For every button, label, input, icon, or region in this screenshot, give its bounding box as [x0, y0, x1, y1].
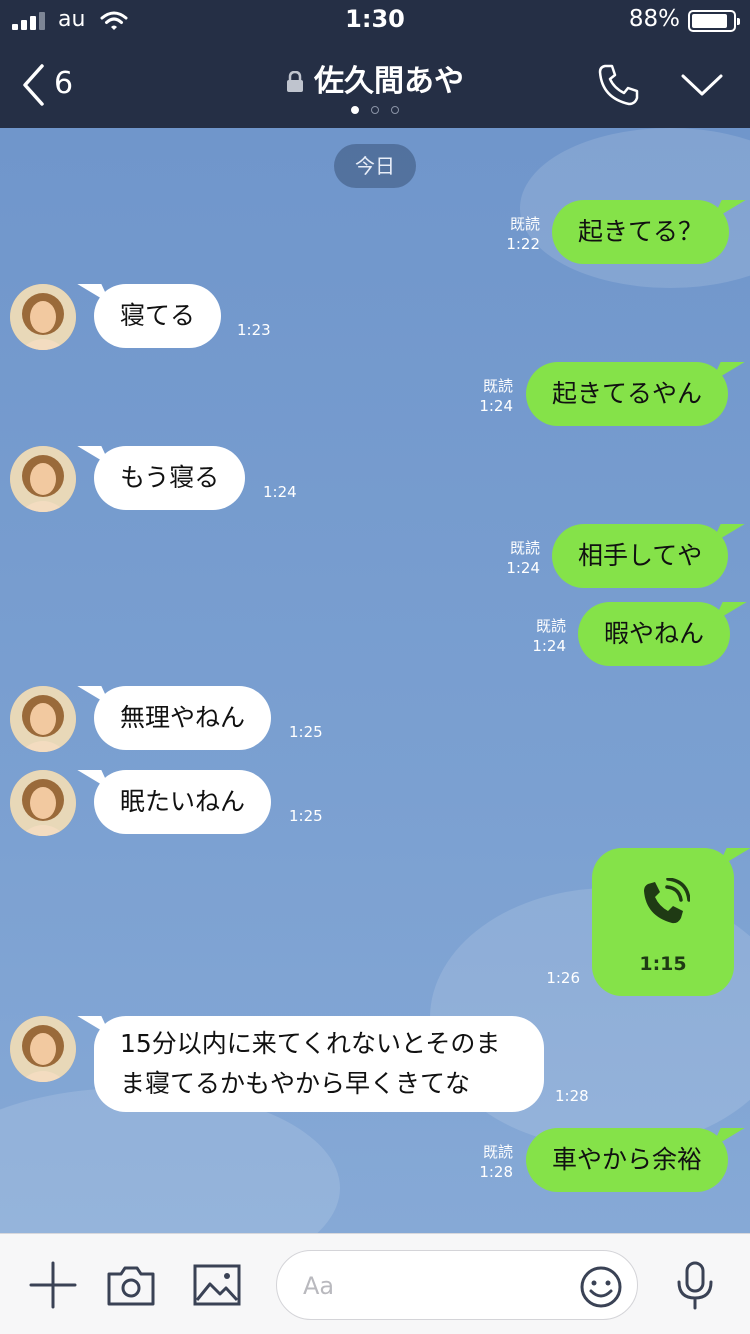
- page-dot: [391, 106, 399, 114]
- message-meta: 既読 1:24: [506, 538, 540, 578]
- avatar-image: [10, 446, 76, 512]
- read-receipt: 既読: [535, 617, 566, 635]
- message-time: 1:22: [506, 235, 540, 253]
- chat-title: 佐久間あや: [314, 64, 464, 99]
- smile-icon[interactable]: [579, 1265, 623, 1309]
- message-bubble-outgoing[interactable]: 相手してや: [552, 524, 729, 588]
- microphone-icon[interactable]: [670, 1260, 720, 1310]
- avatar[interactable]: [10, 686, 76, 752]
- avatar-image: [10, 284, 76, 350]
- message-time: 1:24: [263, 483, 297, 501]
- message-bubble-incoming[interactable]: 15分以内に来てくれないとそのまま寝てるかもやから早くきてな: [94, 1016, 544, 1112]
- message-meta: 既読 1:24: [479, 376, 513, 416]
- avatar[interactable]: [10, 446, 76, 512]
- message-time: 1:25: [289, 807, 323, 825]
- message-meta: 既読 1:24: [532, 616, 566, 656]
- avatar-image: [10, 686, 76, 752]
- message-time: 1:28: [479, 1163, 513, 1181]
- message-time: 1:24: [506, 559, 540, 577]
- call-button[interactable]: [596, 62, 642, 108]
- avatar[interactable]: [10, 770, 76, 836]
- call-history-bubble[interactable]: 1:15: [592, 848, 734, 996]
- message-input-box[interactable]: [276, 1250, 638, 1320]
- message-time: 1:24: [532, 637, 566, 655]
- call-duration: 1:15: [639, 953, 687, 975]
- message-time: 1:26: [546, 969, 580, 987]
- lock-icon: [287, 71, 303, 92]
- battery-icon: [688, 10, 740, 32]
- page-dot: [371, 106, 379, 114]
- chevron-down-icon[interactable]: [678, 66, 726, 106]
- chat-area[interactable]: 今日 既読 1:22 起きてる？ 寝てる 1:23 既読 1:24 起きてるやん…: [0, 128, 750, 1233]
- date-separator: 今日: [334, 144, 416, 188]
- message-bubble-incoming[interactable]: 眠たいねん: [94, 770, 272, 834]
- message-time: 1:28: [555, 1087, 589, 1105]
- message-bubble-incoming[interactable]: 無理やねん: [94, 686, 272, 750]
- carrier-name: au: [58, 7, 86, 32]
- read-receipt: 既読: [482, 377, 513, 395]
- message-toolbar: [0, 1233, 750, 1334]
- wifi-icon: [100, 11, 128, 30]
- avatar-image: [10, 770, 76, 836]
- message-time: 1:25: [289, 723, 323, 741]
- plus-icon[interactable]: [28, 1260, 78, 1310]
- camera-icon[interactable]: [106, 1260, 156, 1310]
- page-dot-active: [351, 106, 359, 114]
- message-bubble-outgoing[interactable]: 起きてる？: [552, 200, 730, 264]
- message-bubble-incoming[interactable]: 寝てる: [94, 284, 222, 348]
- message-input[interactable]: [303, 1269, 553, 1303]
- signal-strength-icon: [12, 12, 48, 30]
- read-receipt: 既読: [482, 1143, 513, 1161]
- phone-icon: [644, 878, 690, 924]
- message-bubble-incoming[interactable]: もう寝る: [94, 446, 246, 510]
- message-meta: 既読 1:28: [479, 1142, 513, 1182]
- read-receipt: 既読: [509, 539, 540, 557]
- message-meta: 既読 1:22: [506, 214, 540, 254]
- read-receipt: 既読: [509, 215, 540, 233]
- avatar-image: [10, 1016, 76, 1082]
- image-icon[interactable]: [192, 1260, 242, 1310]
- chat-header: 6 佐久間あや: [0, 40, 750, 128]
- message-time: 1:23: [237, 321, 271, 339]
- message-time: 1:24: [479, 397, 513, 415]
- avatar[interactable]: [10, 284, 76, 350]
- message-bubble-outgoing[interactable]: 起きてるやん: [526, 362, 729, 426]
- avatar[interactable]: [10, 1016, 76, 1082]
- message-bubble-outgoing[interactable]: 車やから余裕: [526, 1128, 729, 1192]
- message-bubble-outgoing[interactable]: 暇やねん: [578, 602, 731, 666]
- battery-percent: 88%: [628, 6, 680, 32]
- status-bar: au 1:30 88%: [0, 0, 750, 40]
